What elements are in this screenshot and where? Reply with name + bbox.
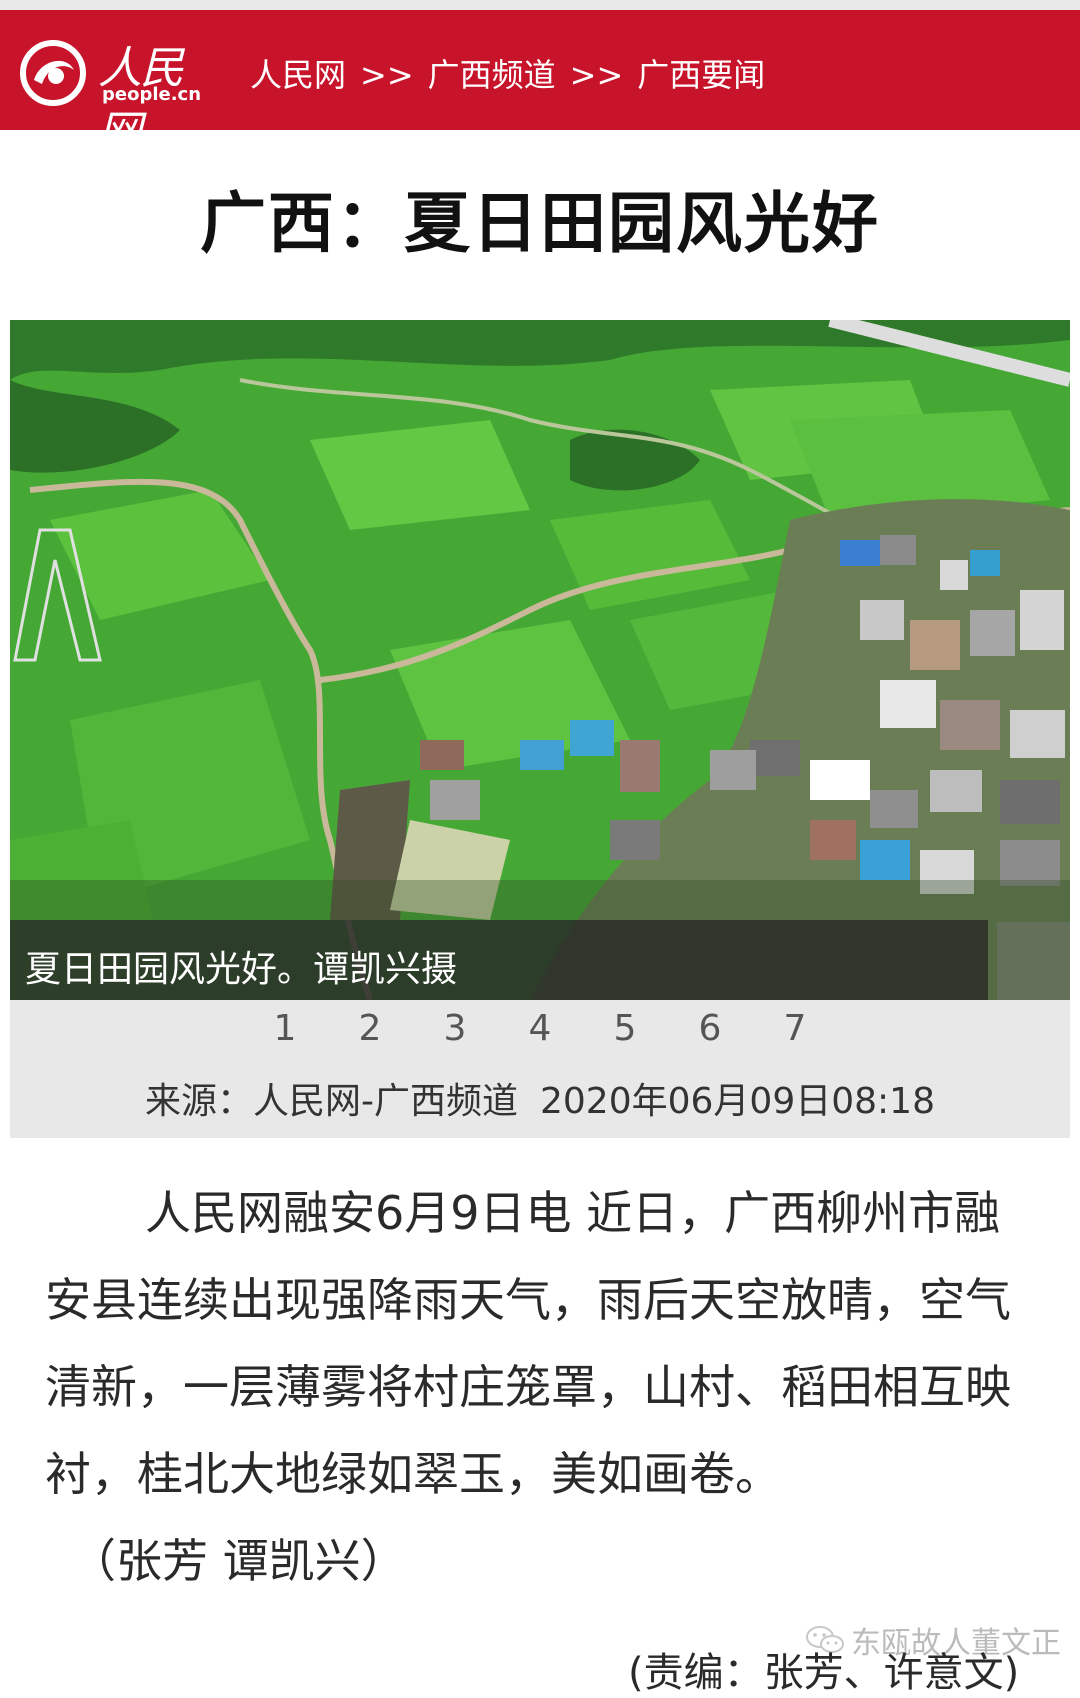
breadcrumb-item-guangxi-news[interactable]: 广西要闻 [637, 56, 765, 94]
breadcrumb: 人民网 >> 广西频道 >> 广西要闻 [250, 50, 765, 96]
site-logo[interactable]: 人民网 people.cn [20, 32, 215, 158]
source-label: 来源：人民网-广西频道 [145, 1081, 518, 1122]
pager-item-3[interactable]: 3 [413, 1008, 498, 1049]
article-title: 广西：夏日田园风光好 [200, 185, 880, 262]
breadcrumb-separator: >> [569, 56, 624, 94]
breadcrumb-separator: >> [360, 56, 414, 94]
article-authors: （张芳 谭凯兴） [70, 1534, 407, 1588]
gallery-pager: 1234567 [10, 1008, 1070, 1049]
rice-field-photo [10, 320, 1070, 1000]
pager-item-4[interactable]: 4 [498, 1008, 583, 1049]
breadcrumb-item-guangxi-channel[interactable]: 广西频道 [428, 56, 556, 94]
article-source-line: 来源：人民网-广西频道 2020年06月09日08:18 [10, 1072, 1070, 1124]
site-header: 人民网 people.cn 人民网 >> 广西频道 >> 广西要闻 [0, 10, 1080, 158]
logo-swirl-icon [20, 40, 86, 106]
top-border [0, 0, 1080, 10]
breadcrumb-item-home[interactable]: 人民网 [250, 56, 346, 94]
gallery-photo[interactable]: 夏日田园风光好。谭凯兴摄 [10, 320, 1070, 1000]
pager-item-2[interactable]: 2 [328, 1008, 413, 1049]
pager-item-7[interactable]: 7 [753, 1008, 838, 1049]
photo-caption-bar: 夏日田园风光好。谭凯兴摄 [10, 920, 988, 1000]
article-body: 人民网融安6月9日电 近日，广西柳州市融安县连续出现强降雨天气，雨后天空放晴，空… [45, 1186, 1011, 1501]
pager-item-1[interactable]: 1 [243, 1008, 328, 1049]
pager-item-5[interactable]: 5 [583, 1008, 668, 1049]
publish-date: 2020年06月09日08:18 [540, 1081, 935, 1122]
photo-watermark-box [997, 922, 1070, 1000]
photo-caption: 夏日田园风光好。谭凯兴摄 [25, 949, 458, 990]
pager-item-6[interactable]: 6 [668, 1008, 753, 1049]
logo-text-en: people.cn [102, 84, 202, 105]
article-editor: (责编：张芳、许意文) [628, 1650, 1020, 1696]
photo-gallery: 夏日田园风光好。谭凯兴摄 1234567 来源：人民网-广西频道 2020年06月… [10, 320, 1070, 1138]
